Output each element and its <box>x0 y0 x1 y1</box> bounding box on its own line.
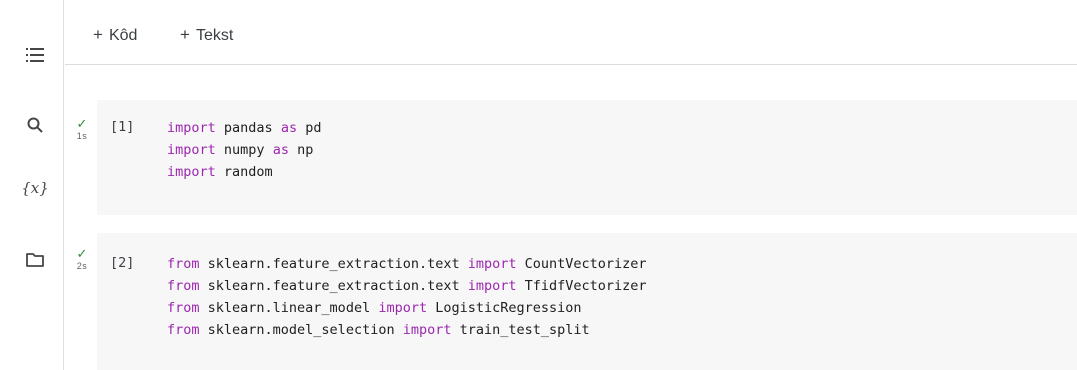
code-line: import random <box>167 161 321 183</box>
code-keyword: import <box>167 142 216 158</box>
code-keyword: import <box>167 164 216 180</box>
check-icon: ✓ <box>76 246 88 261</box>
code-token: train_test_split <box>451 322 590 338</box>
execution-count: [2] <box>110 255 135 271</box>
left-sidebar: {x} <box>0 0 64 370</box>
code-token: LogisticRegression <box>427 300 582 316</box>
code-keyword: as <box>272 142 289 158</box>
execution-duration: 2s <box>76 261 88 271</box>
files-folder-icon[interactable] <box>24 249 46 271</box>
code-line: import numpy as np <box>167 139 321 161</box>
check-icon: ✓ <box>76 116 88 131</box>
code-line: from sklearn.feature_extraction.text imp… <box>167 253 647 275</box>
code-token: numpy <box>215 142 273 158</box>
code-line: from sklearn.feature_extraction.text imp… <box>167 275 647 297</box>
variables-icon[interactable]: {x} <box>20 177 50 199</box>
code-token: pd <box>297 120 322 136</box>
code-cell[interactable]: [1] import pandas as pd import numpy as n… <box>97 100 1077 215</box>
code-keyword: import <box>467 256 517 272</box>
code-keyword: import <box>467 278 517 294</box>
code-line: from sklearn.model_selection import trai… <box>167 319 647 341</box>
add-code-cell-button[interactable]: + Kôd <box>93 25 137 45</box>
code-editor[interactable]: import pandas as pd import numpy as np imp… <box>167 117 321 183</box>
code-keyword: from <box>167 278 200 294</box>
code-token: sklearn.model_selection <box>199 322 403 338</box>
execution-count: [1] <box>110 119 135 135</box>
add-text-cell-button[interactable]: + Tekst <box>180 25 233 45</box>
table-of-contents-icon[interactable] <box>24 44 46 66</box>
code-token: sklearn.feature_extraction.text <box>199 278 468 294</box>
plus-icon: + <box>180 25 190 44</box>
plus-icon: + <box>93 25 103 44</box>
cell-run-status[interactable]: ✓ 2s <box>70 246 94 272</box>
code-line: from sklearn.linear_model import Logisti… <box>167 297 647 319</box>
code-token: sklearn.feature_extraction.text <box>199 256 468 272</box>
cell-run-status[interactable]: ✓ 1s <box>70 116 94 142</box>
add-code-label: Kôd <box>108 27 138 44</box>
code-token: sklearn.linear_model <box>199 300 379 316</box>
code-keyword: from <box>167 256 200 272</box>
notebook-toolbar: + Kôd + Tekst <box>65 0 1077 65</box>
code-token: random <box>215 164 273 180</box>
code-keyword: from <box>167 300 200 316</box>
search-icon[interactable] <box>24 114 46 136</box>
code-keyword: from <box>167 322 200 338</box>
code-editor[interactable]: from sklearn.feature_extraction.text imp… <box>167 253 647 341</box>
code-keyword: import <box>378 300 428 316</box>
code-token: pandas <box>215 120 281 136</box>
code-keyword: import <box>167 120 216 136</box>
code-keyword: import <box>402 322 452 338</box>
add-text-label: Tekst <box>195 27 234 44</box>
code-cell[interactable]: [2] from sklearn.feature_extraction.text… <box>97 233 1077 370</box>
code-token: np <box>288 142 314 158</box>
execution-duration: 1s <box>76 131 88 141</box>
code-token: TfidfVectorizer <box>516 278 647 294</box>
code-keyword: as <box>280 120 298 136</box>
code-token: CountVectorizer <box>516 256 647 272</box>
code-line: import pandas as pd <box>167 117 321 139</box>
